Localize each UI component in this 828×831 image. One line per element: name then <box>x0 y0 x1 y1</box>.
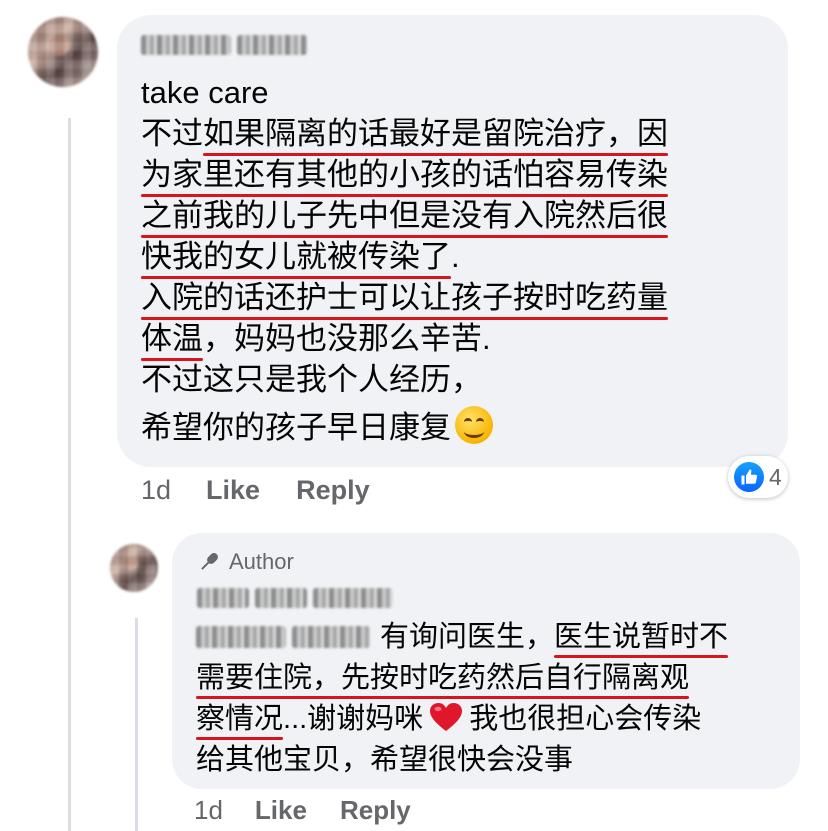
comment-line: 入院的话还护士可以让孩子按时吃药量 <box>141 277 668 318</box>
red-underline-highlight: 体温 <box>141 321 203 356</box>
comment-line: 体温，妈妈也没那么辛苦. <box>141 321 491 356</box>
red-underline-highlight: 之前我的儿子先中但是没有入院然后很 <box>141 198 668 233</box>
replier-name-blurred[interactable] <box>197 588 393 608</box>
reply-actions: 1d Like Reply <box>194 795 411 826</box>
comment-line: take care <box>141 75 269 110</box>
comment-actions: 1d Like Reply <box>141 475 370 506</box>
red-underline-highlight: 入院的话还护士可以让孩子按时吃药量 <box>141 280 668 315</box>
red-underline-highlight: 需要住院，先按时吃药然后自行隔离观 <box>196 662 690 694</box>
comment-line: 之前我的儿子先中但是没有入院然后很 <box>141 195 668 236</box>
smiling-face-icon <box>455 406 493 444</box>
comment-text: take care 不过如果隔离的话最好是留院治疗，因 为家里还有其他的小孩的话… <box>141 72 668 448</box>
comment-line: 希望你的孩子早日康复 <box>141 406 668 448</box>
mention-blurred[interactable] <box>196 626 370 648</box>
reply-line: 给其他宝贝，希望很快会没事 <box>196 744 574 776</box>
reaction-summary[interactable]: 4 <box>728 456 788 498</box>
red-underline-highlight: 如果隔离的话最好是留院治疗，因 <box>203 116 668 151</box>
reaction-count: 4 <box>769 463 782 490</box>
thread-line-reply <box>135 618 138 831</box>
reply-text: 有询问医生，医生说暂时不 需要住院，先按时吃药然后自行隔离观 察情况...谢谢妈… <box>196 617 728 781</box>
timestamp[interactable]: 1d <box>194 795 223 826</box>
thumbs-up-icon <box>734 462 764 492</box>
reply-button[interactable]: Reply <box>340 795 411 826</box>
like-button[interactable]: Like <box>206 475 260 506</box>
red-underline-highlight: 快我的女儿就被传染了 <box>141 239 451 274</box>
reply-button[interactable]: Reply <box>296 475 370 506</box>
reply-line: 需要住院，先按时吃药然后自行隔离观 <box>196 658 728 699</box>
comment-line: 为家里还有其他的小孩的话怕容易传染 <box>141 154 668 195</box>
avatar[interactable] <box>28 17 98 87</box>
red-heart-icon <box>430 703 463 731</box>
comment-line: 不过这只是我个人经历， <box>141 362 482 397</box>
commenter-name-blurred[interactable] <box>141 35 307 55</box>
like-button[interactable]: Like <box>255 795 307 826</box>
red-underline-highlight: 医生说暂时不 <box>554 621 729 653</box>
author-badge: Author <box>197 549 294 575</box>
thread-line-main <box>68 118 71 831</box>
red-underline-highlight: 察情况 <box>196 703 284 735</box>
comment-line: 不过如果隔离的话最好是留院治疗，因 <box>141 116 668 151</box>
red-underline-highlight: 为家里还有其他的小孩的话怕容易传染 <box>141 157 668 192</box>
reply-line: 察情况...谢谢妈咪 我也很担心会传染 <box>196 703 702 735</box>
avatar[interactable] <box>110 544 158 592</box>
comment-line: 快我的女儿就被传染了. <box>141 239 460 274</box>
reply-line: 有询问医生，医生说暂时不 <box>196 617 728 658</box>
timestamp[interactable]: 1d <box>141 475 171 506</box>
author-badge-label: Author <box>229 549 294 574</box>
microphone-icon <box>201 553 218 570</box>
